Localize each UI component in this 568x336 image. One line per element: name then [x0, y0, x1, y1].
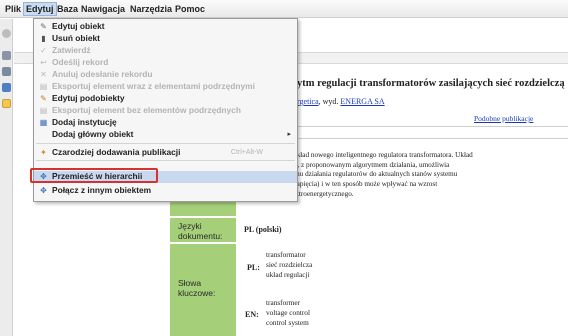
menu-separator [36, 143, 295, 144]
keyword-lang-en: EN: [245, 310, 259, 319]
export-icon: ▤ [39, 82, 48, 91]
pencil-icon: ✎ [40, 22, 47, 31]
keyword-pl: transformator [266, 250, 306, 259]
return-icon: ↩ [40, 58, 47, 67]
wizard-icon: ✦ [40, 148, 47, 157]
publisher-link[interactable]: ENERGA SA [340, 97, 384, 106]
annotation-highlight-box [30, 168, 158, 183]
move-icon[interactable] [2, 83, 11, 92]
submenu-arrow-icon: ▸ [287, 131, 291, 138]
menu-item-approve: ✓ Zatwierdź [34, 45, 297, 57]
menu-item-label: Czarodziej dodawania publikacji [52, 147, 181, 157]
edit-sub-icon: ✎ [40, 94, 47, 103]
menubar: Plik Edytuj Baza Nawigacja Narzędzia Pom… [0, 0, 568, 18]
institution-icon: ▦ [39, 118, 48, 127]
trash-icon: ▮ [41, 34, 46, 43]
menu-item-add-institution[interactable]: ▦ Dodaj instytucję [34, 117, 297, 129]
menu-item-add-main-object[interactable]: Dodaj główny obiekt ▸ [34, 129, 297, 141]
keyword-pl: układ regulacji [266, 270, 310, 279]
menu-plik[interactable]: Plik [3, 2, 23, 16]
menu-item-label: Połącz z innym obiektem [52, 185, 152, 195]
similar-publications-link[interactable]: Podobne publikacje [474, 114, 533, 123]
menu-item-link-object[interactable]: ✥ Połącz z innym obiektem [34, 185, 297, 197]
menu-item-label: Edytuj podobiekty [52, 93, 125, 103]
keyword-pl: sieć rozdzielcza [266, 260, 313, 269]
check-icon: ✓ [40, 46, 47, 55]
keyword-lang-pl: PL: [247, 263, 260, 272]
menu-item-cancel-return: ✕ Anuluj odesłanie rekordu [34, 69, 297, 81]
keyword-en: voltage control [266, 308, 310, 317]
menu-item-label: Odeślij rekord [52, 57, 109, 67]
publisher-separator: , wyd. [318, 97, 341, 106]
menu-item-publication-wizard[interactable]: ✦ Czarodziej dodawania publikacji Ctrl+A… [34, 147, 297, 159]
menu-item-label: Eksportuj element wraz z elementami podr… [52, 81, 255, 91]
circle-icon[interactable] [2, 29, 11, 38]
menu-item-edit-subobjects[interactable]: ✎ Edytuj podobiekty [34, 93, 297, 105]
menu-item-label: Dodaj główny obiekt [52, 129, 134, 139]
menu-item-label: Edytuj obiekt [52, 21, 105, 31]
menu-item-delete-object[interactable]: ▮ Usuń obiekt [34, 33, 297, 45]
menu-narzedzia[interactable]: Narzędzia [128, 2, 174, 16]
keyword-en: control system [266, 318, 309, 327]
link-icon: ✥ [40, 186, 47, 195]
menu-pomoc[interactable]: Pomoc [173, 2, 207, 16]
menu-separator [36, 160, 295, 161]
menu-nawigacja[interactable]: Nawigacja [79, 2, 127, 16]
journal-link[interactable]: rgetica [297, 97, 319, 106]
database-icon[interactable] [2, 51, 11, 60]
menu-baza[interactable]: Baza [55, 2, 80, 16]
menu-item-return-record: ↩ Odeślij rekord [34, 57, 297, 69]
menu-item-label: Anuluj odesłanie rekordu [52, 69, 153, 79]
menu-item-label: Dodaj instytucję [52, 117, 117, 127]
keyword-en: transformer [266, 298, 301, 307]
menu-item-label: Eksportuj element bez elementów podrzędn… [52, 105, 241, 115]
menu-item-export-without-children: ▤ Eksportuj element bez elementów podrzę… [34, 105, 297, 117]
star-icon[interactable] [2, 99, 11, 108]
menu-item-label: Usuń obiekt [52, 33, 100, 43]
language-value: PL (polski) [244, 225, 282, 234]
record-title: ytm regulacji transformatorów zasilający… [297, 78, 565, 89]
export-icon: ▤ [39, 106, 48, 115]
record-publisher: rgetica, wyd. ENERGA SA [297, 97, 385, 106]
menu-item-label: Zatwierdź [52, 45, 91, 55]
language-label: Języki dokumentu: [178, 221, 223, 241]
left-toolbar [0, 19, 13, 336]
folder-icon[interactable] [2, 67, 11, 76]
menu-item-edit-object[interactable]: ✎ Edytuj obiekt [34, 21, 297, 33]
menu-item-export-with-children: ▤ Eksportuj element wraz z elementami po… [34, 81, 297, 93]
menu-item-shortcut: Ctrl+Alt-W [230, 149, 263, 156]
keywords-label: Słowa kluczowe: [178, 278, 216, 298]
undo-icon: ✕ [40, 70, 47, 79]
menu-edytuj[interactable]: Edytuj [23, 2, 57, 16]
